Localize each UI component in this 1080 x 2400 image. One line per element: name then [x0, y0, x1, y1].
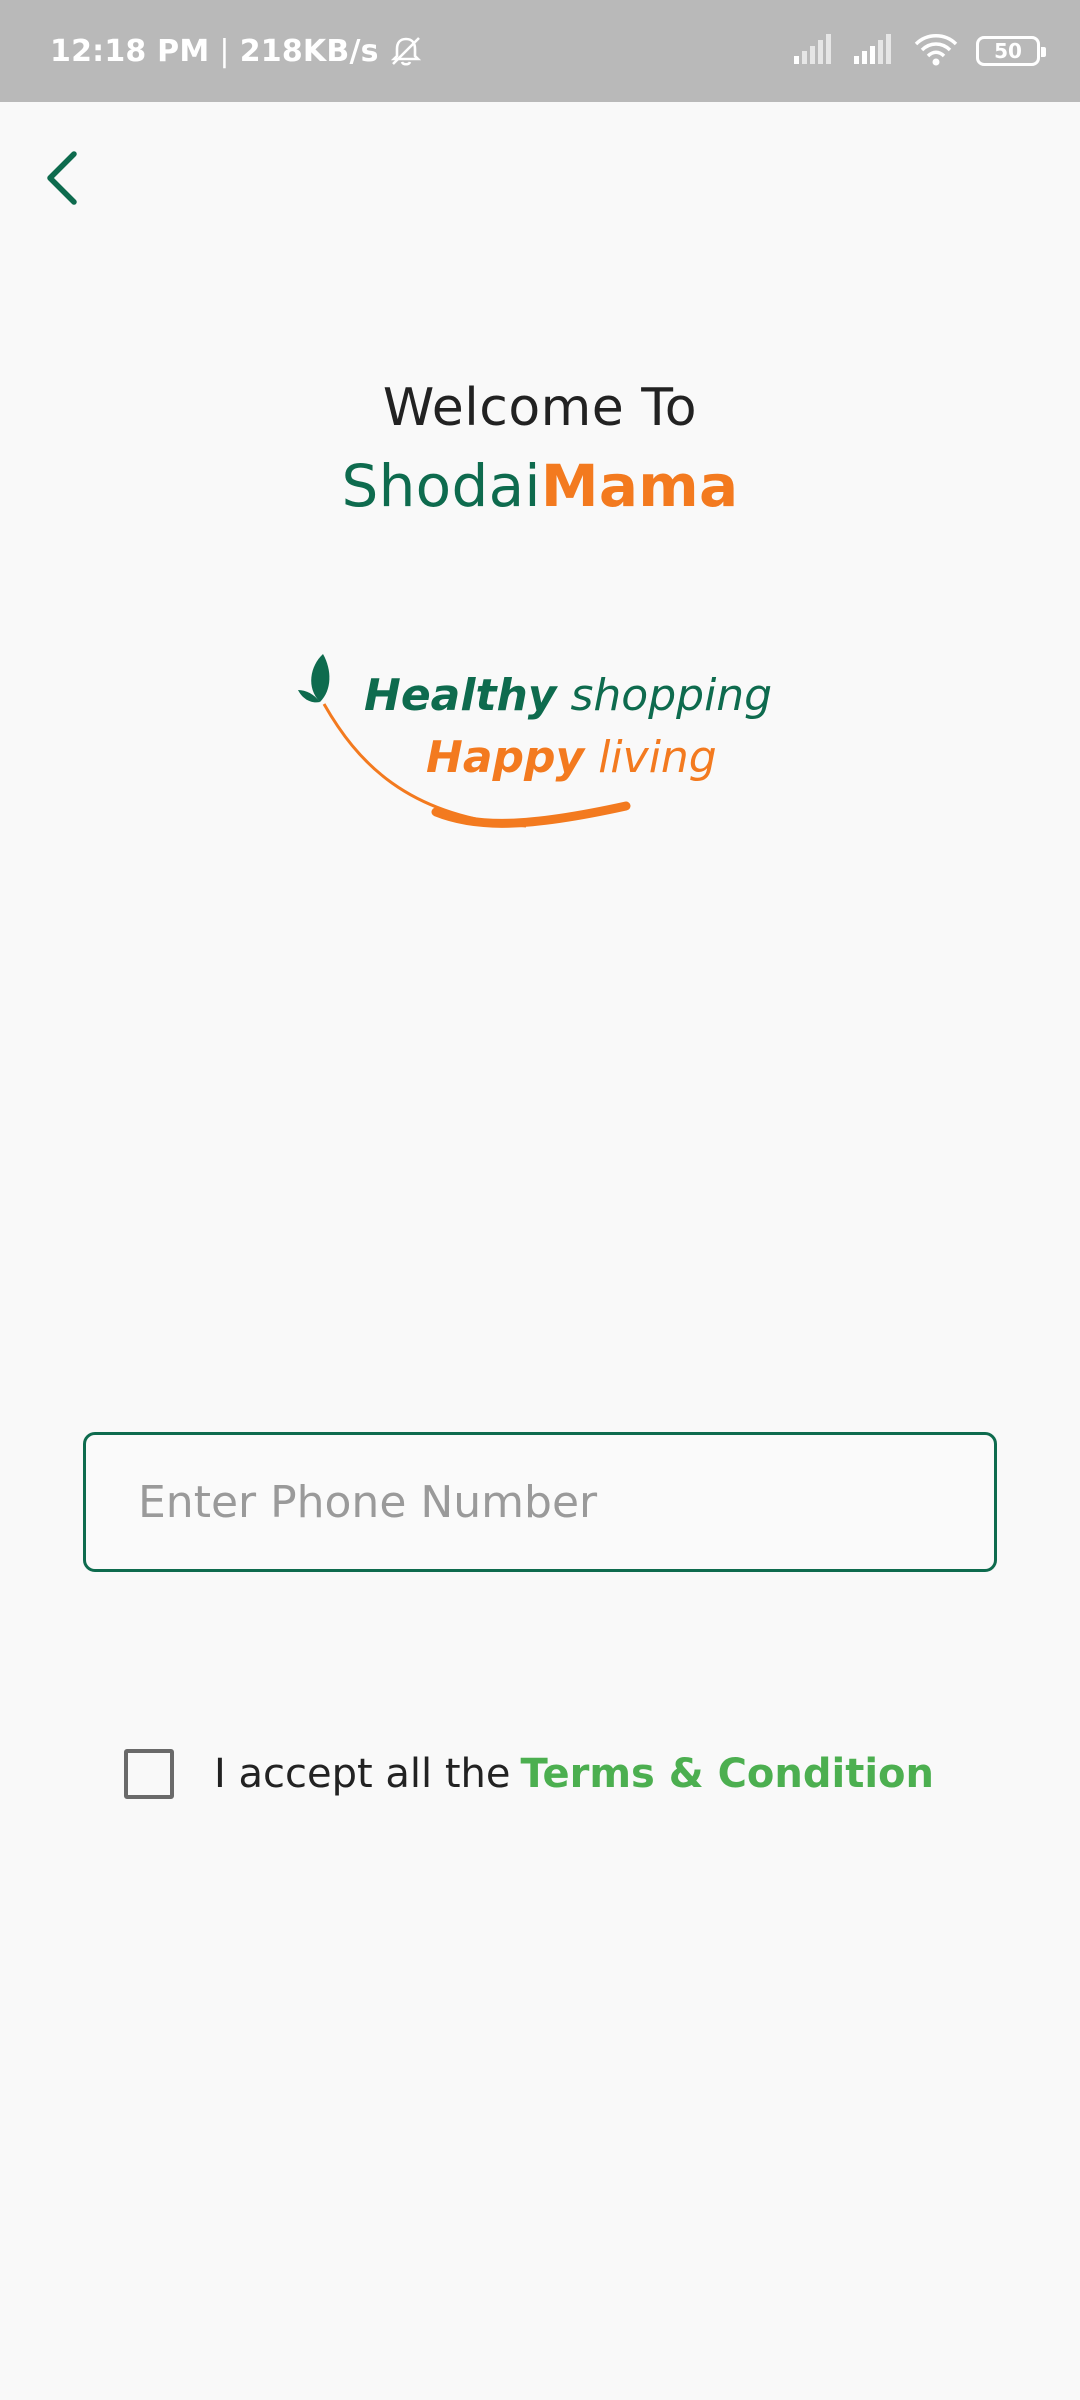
- signal-icon: [854, 34, 896, 68]
- brand-name: ShodaiMama: [0, 452, 1080, 520]
- phone-input[interactable]: [86, 1435, 994, 1569]
- battery-icon: 50: [976, 36, 1046, 66]
- tagline-line2-bold: Happy: [426, 732, 585, 783]
- status-left: 12:18 PM | 218KB/s: [50, 0, 423, 102]
- status-bar: 12:18 PM | 218KB/s 50: [0, 0, 1080, 102]
- terms-text: I accept all the Terms & Condition: [214, 1751, 934, 1797]
- status-separator: |: [219, 33, 230, 69]
- terms-row: I accept all the Terms & Condition: [124, 1746, 934, 1802]
- tagline-logo: Healthy shopping Happy living: [296, 640, 796, 840]
- tagline-line1-light: shopping: [570, 670, 773, 721]
- status-right: 50: [794, 0, 1046, 102]
- phone-input-field[interactable]: [83, 1432, 997, 1572]
- login-screen: 12:18 PM | 218KB/s 50 Welcome To ShodaiM…: [0, 0, 1080, 2400]
- accept-terms-checkbox[interactable]: [124, 1749, 174, 1799]
- battery-level: 50: [994, 39, 1022, 63]
- bell-off-icon: [389, 34, 423, 68]
- tagline-line2: Happy living: [426, 732, 717, 783]
- signal-icon: [794, 34, 836, 68]
- tagline-line1: Healthy shopping: [364, 670, 772, 721]
- wifi-icon: [914, 32, 958, 70]
- brand-name-part1: Shodai: [341, 452, 541, 520]
- tagline-line1-bold: Healthy: [364, 670, 557, 721]
- network-speed: 218KB/s: [239, 33, 379, 69]
- accept-label: I accept all the: [214, 1751, 511, 1797]
- status-time: 12:18 PM: [50, 33, 210, 69]
- tagline-line2-light: living: [598, 732, 717, 783]
- welcome-title: Welcome To: [382, 378, 698, 438]
- chevron-left-icon: [42, 148, 82, 212]
- terms-link[interactable]: Terms & Condition: [521, 1751, 935, 1797]
- brand-name-part2: Mama: [540, 452, 739, 520]
- back-button[interactable]: [30, 140, 94, 220]
